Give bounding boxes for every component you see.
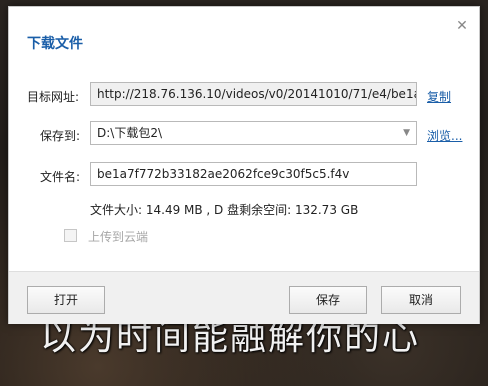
close-icon[interactable]: ✕ — [453, 17, 471, 35]
url-label: 目标网址: — [27, 90, 80, 104]
filename-label: 文件名: — [40, 170, 81, 184]
upload-cloud-label: 上传到云端 — [88, 230, 149, 244]
upload-cloud-checkbox[interactable] — [64, 229, 77, 242]
dialog-footer: 打开 保存 取消 — [9, 271, 479, 324]
filename-input[interactable]: be1a7f772b33182ae2062fce9c30f5c5.f4v — [90, 162, 417, 186]
open-button[interactable]: 打开 — [27, 286, 105, 314]
chevron-down-icon[interactable]: ▼ — [403, 122, 410, 144]
save-path-value: D:\下载包2\ — [97, 126, 163, 140]
cancel-button[interactable]: 取消 — [381, 286, 461, 314]
file-size-info: 文件大小: 14.49 MB , D 盘剩余空间: 132.73 GB — [90, 203, 359, 217]
copy-link[interactable]: 复制 — [427, 88, 451, 105]
save-path-select[interactable]: D:\下载包2\ ▼ — [90, 121, 417, 145]
url-field[interactable]: http://218.76.136.10/videos/v0/20141010/… — [90, 82, 417, 106]
browse-link[interactable]: 浏览... — [427, 127, 462, 144]
save-button[interactable]: 保存 — [289, 286, 367, 314]
save-to-label: 保存到: — [40, 129, 81, 143]
download-file-dialog: 下载文件 ✕ 目标网址: http://218.76.136.10/videos… — [8, 6, 480, 324]
dialog-title: 下载文件 — [27, 36, 83, 52]
